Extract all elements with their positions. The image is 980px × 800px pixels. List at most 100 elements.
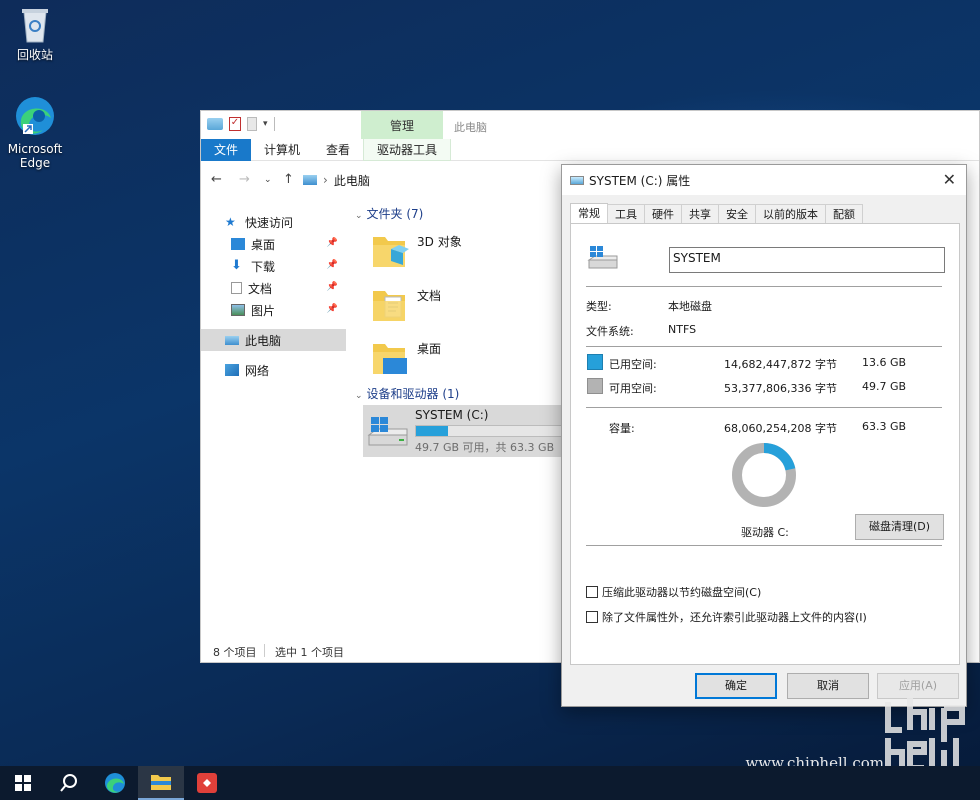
sidebar-label: 下载 (251, 259, 276, 274)
tab-hardware[interactable]: 硬件 (644, 204, 682, 224)
desktop-icon-edge[interactable]: Microsoft Edge (0, 94, 70, 170)
collapse-chevron-icon[interactable]: ⌄ (355, 211, 363, 221)
used-space-bytes: 14,682,447,872 字节 (724, 358, 837, 371)
network-icon (225, 364, 239, 376)
desktop-icon-recycle-bin[interactable]: 回收站 (0, 4, 70, 62)
sidebar-item-downloads[interactable]: ⬇ 下载 📌 (201, 255, 346, 277)
pin-icon[interactable]: 📌 (327, 260, 338, 270)
collapse-chevron-icon[interactable]: ⌄ (355, 391, 363, 401)
sidebar-item-quick-access[interactable]: ★ 快速访问 (201, 211, 346, 233)
recent-dropdown-icon[interactable]: ⌄ (264, 175, 272, 185)
this-pc-icon (303, 175, 317, 185)
cancel-button[interactable]: 取消 (787, 673, 869, 699)
up-arrow-icon[interactable]: ↑ (283, 172, 294, 187)
drive-usage-bar (415, 425, 565, 437)
pin-icon[interactable]: 📌 (327, 282, 338, 292)
tab-quota[interactable]: 配额 (825, 204, 863, 224)
folder-desktop[interactable]: 桌面 (371, 336, 571, 386)
divider (586, 346, 942, 347)
tab-general[interactable]: 常规 (570, 203, 608, 225)
capacity-size: 63.3 GB (862, 420, 907, 433)
ok-button[interactable]: 确定 (695, 673, 777, 699)
pin-icon[interactable]: 📌 (327, 238, 338, 248)
free-space-swatch (587, 378, 603, 394)
index-contents-option[interactable]: 除了文件属性外，还允许索引此驱动器上文件的内容(I) (586, 609, 867, 625)
drive-label: 驱动器 C: (741, 526, 789, 539)
tab-security[interactable]: 安全 (718, 204, 756, 224)
group-label: 文件夹 (7) (366, 207, 424, 221)
type-value: 本地磁盘 (668, 300, 712, 313)
folder-documents[interactable]: 文档 (371, 283, 571, 333)
folder-documents-icon (371, 283, 409, 323)
sidebar-item-this-pc[interactable]: 此电脑 (201, 329, 346, 351)
tab-file[interactable]: 文件 (201, 139, 252, 161)
app-icon[interactable] (184, 766, 230, 800)
selected-count: 选中 1 个项目 (275, 646, 344, 659)
back-arrow-icon[interactable]: ← (211, 172, 222, 187)
navigation-pane: ★ 快速访问 桌面 📌 ⬇ 下载 📌 文档 📌 图片 📌 此电脑 网络 (201, 203, 346, 643)
folder-3d-icon (371, 229, 409, 269)
forward-arrow-icon[interactable]: → (239, 172, 250, 187)
system-drive-icon (367, 417, 409, 449)
pictures-icon (231, 304, 245, 316)
drive-item-c[interactable]: SYSTEM (C:) 49.7 GB 可用，共 63.3 GB (363, 405, 573, 457)
drive-properties-dialog: SYSTEM (C:) 属性 ✕ 常规 工具 硬件 共享 安全 以前的版本 配额… (561, 164, 967, 707)
free-space-bytes: 53,377,806,336 字节 (724, 382, 837, 395)
new-folder-icon[interactable] (247, 117, 257, 131)
drive-name: SYSTEM (C:) (415, 408, 489, 422)
divider (586, 286, 942, 287)
breadcrumb[interactable]: › 此电脑 (303, 170, 370, 190)
drive-icon (207, 118, 223, 130)
disk-usage-donut-chart (732, 443, 796, 507)
disk-cleanup-button[interactable]: 磁盘清理(D) (855, 514, 944, 540)
tab-previous-versions[interactable]: 以前的版本 (755, 204, 826, 224)
divider (586, 545, 942, 546)
folder-label: 文档 (417, 289, 442, 303)
tab-drive-tools[interactable]: 驱动器工具 (363, 139, 452, 161)
devices-group-header[interactable]: ⌄ 设备和驱动器 (1) (355, 385, 459, 402)
type-label: 类型: (586, 300, 612, 313)
file-explorer-icon[interactable] (138, 766, 184, 800)
tab-sharing[interactable]: 共享 (681, 204, 719, 224)
sidebar-item-pictures[interactable]: 图片 📌 (201, 299, 346, 321)
this-pc-icon (225, 335, 239, 345)
divider (586, 407, 942, 408)
quick-access-toolbar: ✓ ▾ (207, 117, 275, 131)
close-icon[interactable]: ✕ (943, 170, 956, 189)
qat-separator (273, 117, 275, 131)
item-count: 8 个项目 (213, 646, 257, 659)
edge-label-1: Microsoft (7, 142, 63, 156)
sidebar-item-desktop[interactable]: 桌面 📌 (201, 233, 346, 255)
drive-small-icon (570, 175, 584, 185)
tab-computer[interactable]: 计算机 (251, 139, 313, 161)
qat-dropdown-icon[interactable]: ▾ (263, 119, 268, 129)
volume-name-input[interactable]: SYSTEM (669, 247, 945, 273)
search-icon[interactable] (46, 766, 92, 800)
manage-context-tab[interactable]: 管理 (361, 111, 443, 139)
dialog-title: SYSTEM (C:) 属性 (589, 173, 691, 188)
edge-icon[interactable] (92, 766, 138, 800)
breadcrumb-this-pc[interactable]: 此电脑 (334, 172, 370, 189)
capacity-label: 容量: (609, 422, 635, 435)
windows-start-icon[interactable] (0, 766, 46, 800)
sidebar-label: 图片 (251, 303, 276, 318)
drive-free-text: 49.7 GB 可用，共 63.3 GB (415, 441, 555, 454)
filesystem-label: 文件系统: (586, 325, 634, 338)
compress-checkbox[interactable] (586, 586, 598, 598)
taskbar (0, 766, 980, 800)
tab-tools[interactable]: 工具 (607, 204, 645, 224)
folders-group-header[interactable]: ⌄ 文件夹 (7) (355, 205, 423, 222)
used-space-swatch (587, 354, 603, 370)
index-checkbox[interactable] (586, 611, 598, 623)
recycle-bin-label: 回收站 (16, 48, 53, 62)
sidebar-label: 文档 (248, 281, 273, 296)
tab-view[interactable]: 查看 (313, 139, 363, 161)
used-space-size: 13.6 GB (862, 356, 907, 369)
properties-icon[interactable]: ✓ (229, 117, 241, 131)
explorer-titlebar: ✓ ▾ 管理 此电脑 (201, 111, 979, 139)
pin-icon[interactable]: 📌 (327, 304, 338, 314)
sidebar-item-network[interactable]: 网络 (201, 359, 346, 381)
sidebar-item-documents[interactable]: 文档 📌 (201, 277, 346, 299)
folder-3d-objects[interactable]: 3D 对象 (371, 229, 571, 279)
compress-drive-option[interactable]: 压缩此驱动器以节约磁盘空间(C) (586, 584, 761, 600)
